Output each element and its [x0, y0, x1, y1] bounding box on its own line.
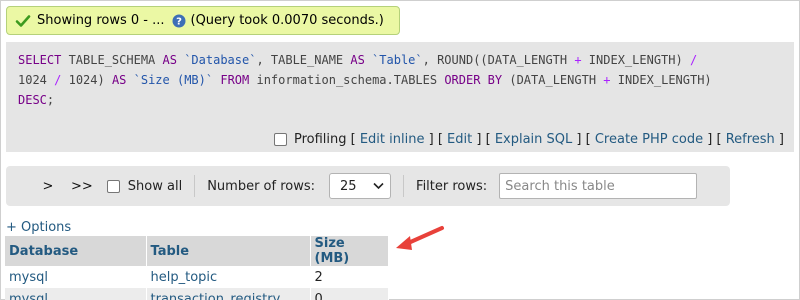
sql-string: `Size (MB)`: [126, 73, 214, 87]
sql-operator: /: [689, 53, 698, 67]
sql-query-box[interactable]: SELECT TABLE_SCHEMA AS `Database`, TABLE…: [6, 42, 794, 126]
cell-database[interactable]: mysql: [5, 288, 147, 300]
cell-link[interactable]: mysql: [9, 292, 48, 300]
cell-database[interactable]: mysql: [5, 266, 147, 288]
rows-label: Number of rows:: [207, 178, 316, 194]
last-page-button[interactable]: >>: [63, 172, 101, 200]
sql-keyword: AS: [162, 53, 177, 67]
sql-operator: +: [574, 53, 582, 67]
cell-link[interactable]: mysql: [9, 270, 48, 285]
results-table: Database Table Size (MB) mysql help_topi…: [5, 236, 389, 300]
sql-text: ;: [46, 93, 55, 107]
sql-text: information_schema.TABLES: [249, 73, 445, 87]
success-text: Showing rows 0 - ...: [37, 13, 165, 28]
sql-line-2: 1024 / 1024) AS `Size (MB)` FROM informa…: [18, 70, 784, 90]
table-row[interactable]: mysql transaction_registry 0: [5, 288, 389, 300]
rows-value: 25: [340, 178, 357, 194]
sql-line-1: SELECT TABLE_SCHEMA AS `Database`, TABLE…: [18, 50, 784, 70]
column-header-link[interactable]: Table: [151, 244, 190, 259]
sql-keyword: ORDER BY: [444, 73, 503, 87]
rows-per-page-select[interactable]: 25: [329, 173, 392, 199]
cell-size[interactable]: 2: [310, 266, 389, 288]
sql-keyword: SELECT: [18, 53, 62, 67]
navigation-bar: > >> Show all Number of rows: 25 Filter …: [6, 166, 730, 206]
filter-input[interactable]: [499, 173, 698, 199]
chevron-down-icon: [373, 182, 384, 190]
query-time: (Query took 0.0070 seconds.): [190, 13, 384, 28]
column-header-link[interactable]: Database: [9, 244, 78, 259]
refresh-link[interactable]: Refresh: [726, 132, 775, 147]
sql-text: (DATA_LENGTH: [502, 73, 604, 87]
column-header-size[interactable]: Size (MB): [310, 236, 389, 266]
column-header-link[interactable]: Size (MB): [315, 236, 350, 266]
sql-number: 1024: [68, 73, 98, 87]
svg-text:?: ?: [176, 16, 182, 27]
success-message: Showing rows 0 - ... ? (Query took 0.007…: [6, 6, 400, 35]
show-all-label[interactable]: Show all: [128, 179, 182, 194]
create-php-code-link[interactable]: Create PHP code: [595, 132, 703, 147]
options-link[interactable]: + Options: [6, 220, 71, 235]
sql-operator: /: [46, 73, 69, 87]
column-header-database[interactable]: Database: [5, 236, 147, 266]
profiling-bar: Profiling [ Edit inline ] [ Edit ] [ Exp…: [6, 126, 794, 152]
sql-keyword: AS: [350, 53, 365, 67]
sql-keyword: FROM: [220, 73, 250, 87]
cell-size[interactable]: 0: [310, 288, 389, 300]
sql-text: , TABLE_NAME: [256, 53, 351, 67]
sql-text: INDEX_LENGTH): [581, 53, 690, 67]
profiling-checkbox[interactable]: [273, 132, 287, 146]
checkmark-icon: [15, 13, 31, 29]
sql-number: 1024: [18, 73, 47, 87]
show-all-checkbox[interactable]: [106, 179, 120, 193]
sql-keyword: AS: [111, 73, 127, 87]
filter-label: Filter rows:: [416, 178, 488, 194]
table-header-row: Database Table Size (MB): [5, 236, 389, 266]
profiling-label: Profiling: [293, 131, 347, 147]
sql-text: TABLE_SCHEMA: [61, 53, 163, 67]
explain-sql-link[interactable]: Explain SQL: [495, 132, 572, 147]
help-icon[interactable]: ?: [172, 14, 186, 28]
column-header-table[interactable]: Table: [146, 236, 311, 266]
edit-link[interactable]: Edit: [447, 132, 472, 147]
edit-inline-link[interactable]: Edit inline: [360, 132, 425, 147]
red-arrow-annotation: [396, 226, 444, 250]
cell-table[interactable]: transaction_registry: [146, 288, 311, 300]
cell-table[interactable]: help_topic: [146, 266, 311, 288]
sql-keyword: DESC: [18, 93, 47, 107]
divider: [194, 175, 196, 197]
cell-link[interactable]: help_topic: [151, 270, 218, 285]
sql-text: , ROUND((DATA_LENGTH: [422, 53, 575, 67]
table-row[interactable]: mysql help_topic 2: [5, 266, 389, 288]
sql-string: `Table`: [364, 53, 423, 67]
divider: [403, 175, 405, 197]
cell-link[interactable]: transaction_registry: [151, 292, 281, 300]
next-page-button[interactable]: >: [33, 172, 63, 200]
sql-string: `Database`: [176, 53, 257, 67]
sql-text: ): [97, 73, 112, 87]
sql-line-3: DESC;: [18, 90, 784, 110]
sql-operator: +: [603, 73, 611, 87]
sql-text: INDEX_LENGTH): [610, 73, 712, 87]
